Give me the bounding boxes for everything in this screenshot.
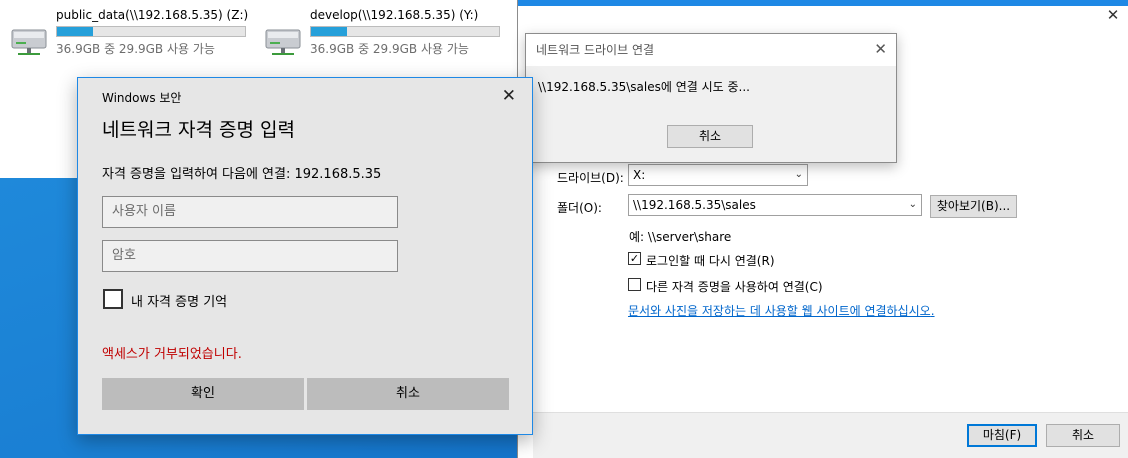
connecting-dialog-title: 네트워크 드라이브 연결 (536, 43, 655, 57)
drive-tile-z[interactable]: public_data(\\192.168.5.35) (Z:) 36.9GB … (10, 6, 250, 56)
drive-select-value: X: (633, 168, 646, 182)
drive-info: 36.9GB 중 29.9GB 사용 가능 (56, 42, 215, 56)
password-field[interactable]: 암호 (102, 240, 398, 272)
folder-value: \\192.168.5.35\sales (633, 198, 756, 212)
other-credentials-checkbox[interactable] (628, 278, 641, 291)
wizard-title-bar (518, 0, 1128, 6)
reconnect-checkbox[interactable]: ✓ (628, 252, 641, 265)
dialog-caption: Windows 보안 (102, 91, 182, 105)
chevron-down-icon: ⌄ (794, 169, 803, 180)
network-drive-icon (265, 29, 301, 55)
drive-select[interactable]: X: ⌄ (628, 164, 808, 186)
cancel-button[interactable]: 취소 (307, 378, 509, 410)
network-drive-icon (11, 29, 47, 55)
close-icon[interactable]: ✕ (1106, 8, 1120, 23)
chevron-down-icon: ⌄ (908, 199, 917, 210)
drive-usage-fill (311, 27, 347, 36)
drive-usage-fill (57, 27, 93, 36)
error-message: 액세스가 거부되었습니다. (102, 347, 242, 362)
close-icon[interactable]: ✕ (874, 40, 887, 58)
connecting-dialog: 네트워크 드라이브 연결 ✕ \\192.168.5.35\sales에 연결 … (525, 33, 897, 163)
drive-usage-bar (310, 26, 500, 37)
dialog-title: 네트워크 자격 증명 입력 (102, 119, 295, 141)
close-icon[interactable]: ✕ (502, 86, 516, 106)
dialog-subtitle: 자격 증명을 입력하여 다음에 연결: 192.168.5.35 (102, 167, 382, 182)
drive-name: public_data(\\192.168.5.35) (Z:) (56, 8, 249, 22)
connecting-cancel-button[interactable]: 취소 (667, 125, 753, 148)
folder-example: 예: \\server\share (629, 230, 732, 244)
browse-button[interactable]: 찾아보기(B)... (930, 195, 1017, 218)
drive-label: 드라이브(D): (557, 171, 624, 185)
finish-button[interactable]: 마침(F) (967, 424, 1037, 447)
folder-combobox[interactable]: \\192.168.5.35\sales ⌄ (628, 194, 922, 216)
windows-security-dialog: Windows 보안 ✕ 네트워크 자격 증명 입력 자격 증명을 입력하여 다… (77, 77, 533, 435)
website-link[interactable]: 문서와 사진을 저장하는 데 사용할 웹 사이트에 연결하십시오. (628, 302, 935, 319)
drive-info: 36.9GB 중 29.9GB 사용 가능 (310, 42, 469, 56)
drive-usage-bar (56, 26, 246, 37)
remember-credentials-checkbox[interactable] (103, 289, 123, 309)
ok-button[interactable]: 확인 (102, 378, 304, 410)
connecting-message: \\192.168.5.35\sales에 연결 시도 중... (538, 80, 750, 94)
other-credentials-label: 다른 자격 증명을 사용하여 연결(C) (646, 280, 823, 294)
drive-tile-y[interactable]: develop(\\192.168.5.35) (Y:) 36.9GB 중 29… (264, 6, 504, 56)
username-field[interactable]: 사용자 이름 (102, 196, 398, 228)
drive-name: develop(\\192.168.5.35) (Y:) (310, 8, 479, 22)
reconnect-label: 로그인할 때 다시 연결(R) (646, 254, 775, 268)
wizard-cancel-button[interactable]: 취소 (1046, 424, 1120, 447)
folder-label: 폴더(O): (557, 201, 602, 215)
wizard-footer (533, 412, 1128, 458)
connecting-dialog-body: \\192.168.5.35\sales에 연결 시도 중... 취소 (526, 66, 896, 162)
remember-credentials-label: 내 자격 증명 기억 (131, 295, 228, 310)
